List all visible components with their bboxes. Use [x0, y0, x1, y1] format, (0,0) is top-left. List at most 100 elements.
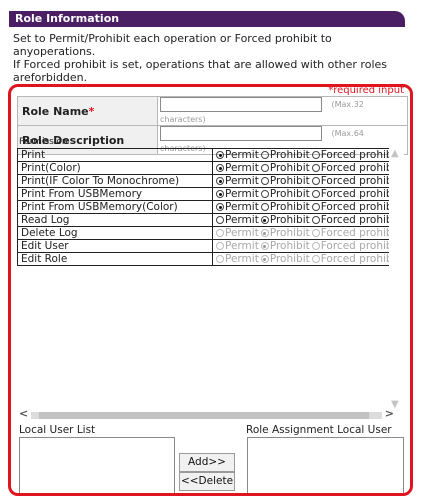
- permission-row: Edit Role Permit Prohibit Forced prohibit: [17, 252, 396, 266]
- forced-prohibit-label: Forced prohibit: [320, 149, 396, 161]
- prohibit-radio-icon[interactable]: [260, 177, 269, 185]
- permission-name: Print From USBMemory: [17, 187, 213, 201]
- permission-row: Print From USBMemory(Color) Permit Prohibi…: [17, 200, 396, 214]
- permit-radio-icon: [216, 229, 224, 237]
- delete-button[interactable]: <<Delete: [179, 472, 235, 491]
- prohibit-option: Prohibit: [260, 253, 310, 265]
- permit-radio-icon[interactable]: [216, 164, 224, 172]
- permit-option: Permit: [216, 227, 259, 239]
- scroll-up-icon[interactable]: ▲: [391, 148, 399, 159]
- forced-prohibit-label: Forced prohibit: [320, 214, 396, 226]
- permit-label: Permit: [225, 188, 259, 200]
- permit-radio-icon[interactable]: [216, 190, 224, 198]
- prohibit-label: Prohibit: [269, 214, 310, 226]
- role-name-cell: (Max.32 characters): [157, 96, 408, 126]
- required-input-note: *required input: [328, 85, 404, 96]
- scroll-left-icon[interactable]: <: [19, 407, 28, 420]
- permit-option[interactable]: Permit: [216, 214, 259, 226]
- role-assignment-listbox[interactable]: [247, 437, 404, 493]
- permit-label: Permit: [225, 201, 259, 213]
- permit-radio-icon[interactable]: [216, 216, 224, 224]
- permit-option[interactable]: Permit: [216, 162, 259, 174]
- forced-prohibit-option[interactable]: Forced prohibit: [311, 188, 396, 200]
- vertical-scrollbar[interactable]: ▲ ▼: [389, 148, 404, 410]
- forced-prohibit-radio-icon[interactable]: [311, 164, 320, 172]
- permission-row: Print From USBMemory Permit Prohibit Forced…: [17, 187, 396, 201]
- permit-label: Permit: [225, 214, 259, 226]
- role-form-panel: *required input Role Name* (Max.32 chara…: [8, 84, 413, 496]
- prohibit-label: Prohibit: [269, 253, 310, 265]
- permission-row: Read Log Permit Prohibit Forced prohibit: [17, 213, 396, 227]
- local-user-list-label: Local User List: [19, 424, 96, 436]
- forced-prohibit-label: Forced prohibit: [320, 201, 396, 213]
- permit-radio-icon[interactable]: [216, 151, 224, 159]
- add-button[interactable]: Add>>: [179, 453, 235, 472]
- prohibit-label: Prohibit: [269, 188, 310, 200]
- forced-prohibit-radio-icon: [311, 229, 320, 237]
- permit-option[interactable]: Permit: [216, 201, 259, 213]
- forced-prohibit-option[interactable]: Forced prohibit: [311, 201, 396, 213]
- forced-prohibit-radio-icon: [311, 242, 320, 250]
- forced-prohibit-label: Forced prohibit: [320, 240, 396, 252]
- forced-prohibit-option[interactable]: Forced prohibit: [311, 214, 396, 226]
- prohibit-radio-icon: [260, 242, 269, 250]
- scroll-right-icon[interactable]: >: [385, 407, 394, 420]
- permission-name: Edit Role: [17, 252, 213, 266]
- role-name-label: Role Name*: [17, 96, 158, 126]
- prohibit-option[interactable]: Prohibit: [260, 175, 310, 187]
- permission-options: Permit Prohibit Forced prohibit: [212, 239, 396, 253]
- prohibit-label: Prohibit: [269, 240, 310, 252]
- prohibit-option[interactable]: Prohibit: [260, 162, 310, 174]
- forced-prohibit-radio-icon[interactable]: [311, 203, 320, 211]
- prohibit-label: Prohibit: [269, 149, 310, 161]
- role-name-input[interactable]: [160, 97, 322, 112]
- permit-option[interactable]: Permit: [216, 188, 259, 200]
- prohibit-option[interactable]: Prohibit: [260, 149, 310, 161]
- description-line-1: Set to Permit/Prohibit each operation or…: [13, 32, 332, 58]
- role-information-header: Role Information: [9, 11, 405, 27]
- permit-label: Permit: [225, 175, 259, 187]
- permit-option: Permit: [216, 253, 259, 265]
- permission-options: Permit Prohibit Forced prohibit: [212, 148, 396, 162]
- permission-options: Permit Prohibit Forced prohibit: [212, 174, 396, 188]
- forced-prohibit-radio-icon[interactable]: [311, 190, 320, 198]
- prohibit-radio-icon: [260, 255, 269, 263]
- permit-option[interactable]: Permit: [216, 149, 259, 161]
- forced-prohibit-option[interactable]: Forced prohibit: [311, 149, 396, 161]
- forced-prohibit-radio-icon[interactable]: [311, 216, 320, 224]
- prohibit-radio-icon[interactable]: [260, 190, 269, 198]
- permission-row: Print(IF Color To Monochrome) Permit Prohi…: [17, 174, 396, 188]
- horizontal-scrollbar[interactable]: < >: [17, 407, 396, 421]
- permit-radio-icon[interactable]: [216, 177, 224, 185]
- role-assignment-label: Role Assignment Local User: [246, 424, 392, 436]
- permit-radio-icon: [216, 242, 224, 250]
- local-user-listbox[interactable]: [19, 437, 175, 493]
- permit-radio-icon[interactable]: [216, 203, 224, 211]
- forced-prohibit-radio-icon[interactable]: [311, 151, 320, 159]
- forced-prohibit-label: Forced prohibit: [320, 162, 396, 174]
- prohibit-option[interactable]: Prohibit: [260, 201, 310, 213]
- permission-table: Print Permit Prohibit Forced prohibit Print(…: [17, 148, 396, 266]
- permission-options: Permit Prohibit Forced prohibit: [212, 200, 396, 214]
- prohibit-option[interactable]: Prohibit: [260, 214, 310, 226]
- description-line-3: areforbidden.: [13, 71, 88, 84]
- prohibit-radio-icon[interactable]: [260, 203, 269, 211]
- permission-row: Print Permit Prohibit Forced prohibit: [17, 148, 396, 162]
- forced-prohibit-option[interactable]: Forced prohibit: [311, 175, 396, 187]
- forced-prohibit-option[interactable]: Forced prohibit: [311, 162, 396, 174]
- permission-name: Read Log: [17, 213, 213, 227]
- permission-options: Permit Prohibit Forced prohibit: [212, 226, 396, 240]
- permission-scroll-area[interactable]: Print Permit Prohibit Forced prohibit Print(…: [17, 148, 396, 396]
- prohibit-option: Prohibit: [260, 240, 310, 252]
- prohibit-radio-icon[interactable]: [260, 151, 269, 159]
- prohibit-option[interactable]: Prohibit: [260, 188, 310, 200]
- prohibit-radio-icon[interactable]: [260, 216, 269, 224]
- permit-option[interactable]: Permit: [216, 175, 259, 187]
- horizontal-scroll-thumb[interactable]: [39, 412, 369, 419]
- forced-prohibit-label: Forced prohibit: [320, 188, 396, 200]
- permission-options: Permit Prohibit Forced prohibit: [212, 161, 396, 175]
- prohibit-radio-icon: [260, 229, 269, 237]
- role-description-input[interactable]: [160, 126, 322, 141]
- forced-prohibit-radio-icon[interactable]: [311, 177, 320, 185]
- prohibit-radio-icon[interactable]: [260, 164, 269, 172]
